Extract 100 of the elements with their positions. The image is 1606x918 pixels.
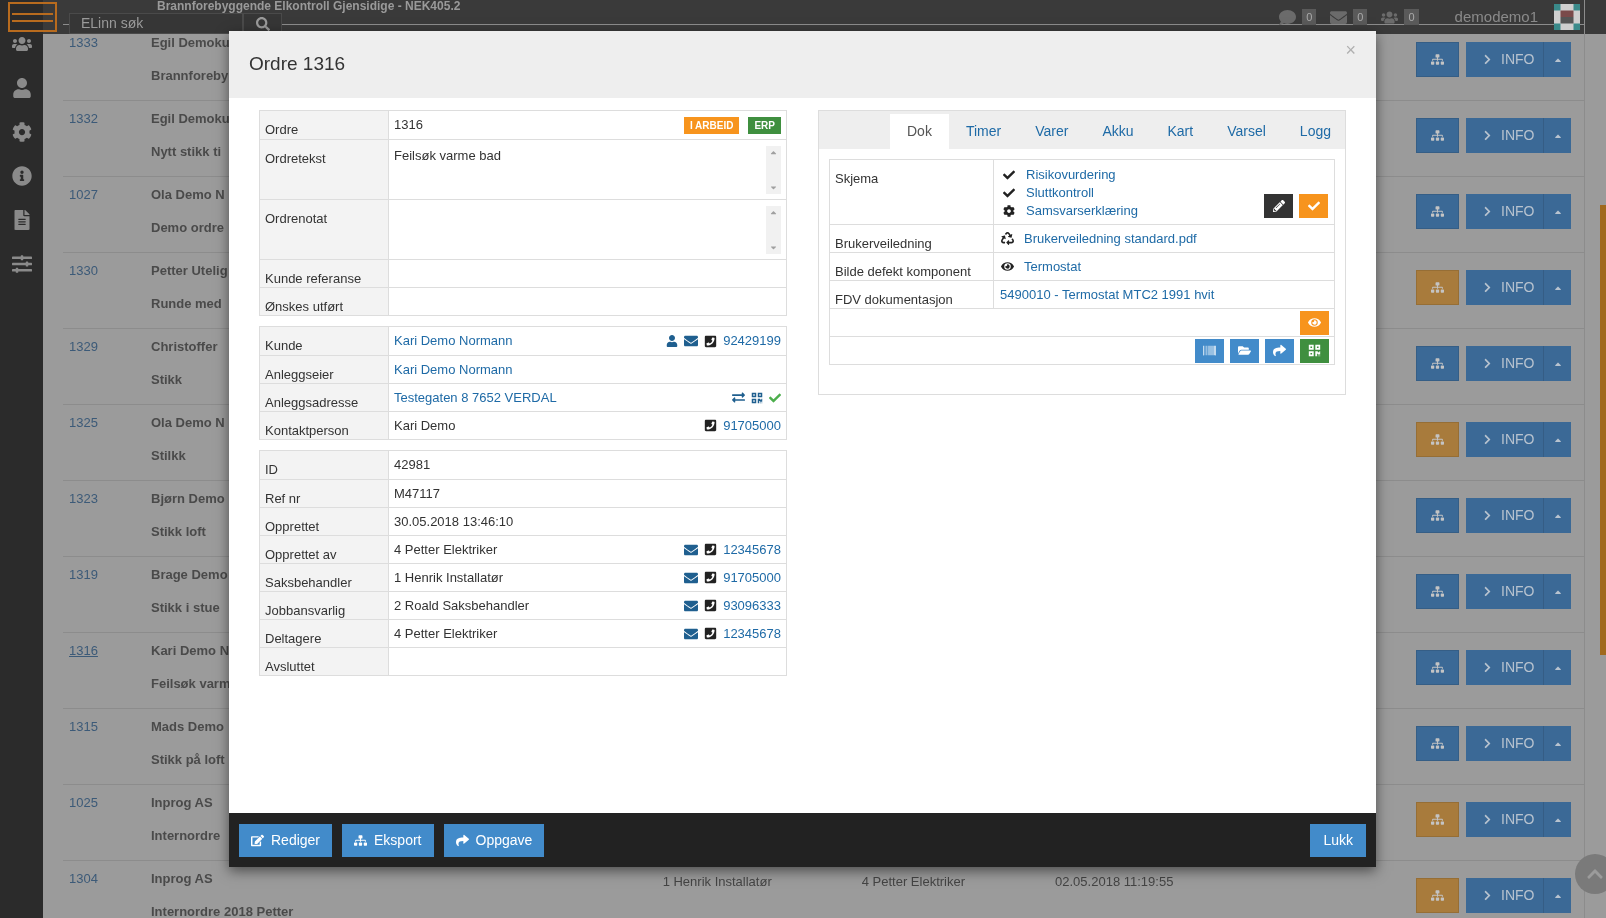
dropdown-toggle[interactable] [1543, 194, 1571, 229]
approve-button[interactable] [1299, 194, 1328, 218]
dropdown-toggle[interactable] [1543, 346, 1571, 381]
order-link[interactable]: 1332 [69, 111, 151, 127]
order-link[interactable]: 1304 [69, 871, 151, 887]
dropdown-toggle[interactable] [1543, 802, 1571, 837]
dropdown-toggle[interactable] [1543, 118, 1571, 153]
tab[interactable]: Logg [1282, 114, 1348, 149]
barcode-button[interactable] [1195, 338, 1224, 363]
document-link[interactable]: Brukerveiledning standard.pdf [1024, 228, 1197, 249]
order-link[interactable]: 1330 [69, 263, 151, 279]
order-link[interactable]: 1319 [69, 567, 151, 583]
share-button[interactable] [1265, 338, 1294, 363]
footer-button[interactable]: Rediger [239, 823, 333, 857]
comment-icon[interactable] [1279, 8, 1297, 26]
form-link[interactable]: Samsvarserklæring [1026, 201, 1138, 221]
info-button[interactable]: INFO [1466, 726, 1543, 761]
order-link[interactable]: 1323 [69, 491, 151, 507]
tab[interactable]: Varsel [1210, 114, 1283, 149]
form-link[interactable]: Risikovurdering [1026, 165, 1116, 185]
close-dialog-button[interactable]: Lukk [1310, 823, 1366, 857]
qr-code-icon[interactable] [751, 391, 763, 404]
close-button[interactable]: × [1345, 37, 1356, 64]
phone-link[interactable]: 12345678 [723, 623, 781, 644]
dropdown-toggle[interactable] [1543, 726, 1571, 761]
phone-link[interactable]: 93096333 [723, 595, 781, 616]
phone-icon[interactable] [704, 627, 718, 640]
scroll-top-button[interactable] [1575, 854, 1606, 894]
info-button[interactable]: INFO [1466, 118, 1543, 153]
qr-code-button[interactable] [1300, 338, 1329, 363]
users-icon[interactable] [11, 34, 32, 54]
scroll-up-icon[interactable] [769, 148, 778, 157]
detail-link[interactable]: Kari Demo Normann [394, 359, 513, 380]
edit-button[interactable] [1264, 194, 1293, 218]
export-button[interactable] [1416, 574, 1459, 609]
dropdown-toggle[interactable] [1543, 42, 1571, 77]
text-area[interactable]: Feilsøk varme bad [389, 140, 786, 199]
export-button[interactable] [1416, 270, 1459, 305]
export-button[interactable] [1416, 42, 1459, 77]
footer-button[interactable]: Eksport [342, 823, 434, 857]
footer-button[interactable]: Oppgave [443, 823, 545, 857]
order-link[interactable]: 1316 [69, 643, 151, 659]
dropdown-toggle[interactable] [1543, 574, 1571, 609]
mail-icon[interactable] [684, 570, 699, 585]
phone-icon[interactable] [704, 419, 718, 432]
tab[interactable]: Akku [1085, 114, 1151, 149]
document-link[interactable]: 5490010 - Termostat MTC2 1991 hvit [1000, 284, 1215, 305]
export-button[interactable] [1416, 650, 1459, 685]
tab[interactable]: Timer [948, 114, 1019, 149]
export-button[interactable] [1416, 726, 1459, 761]
info-button[interactable]: INFO [1466, 802, 1543, 837]
scrollbar[interactable] [766, 146, 781, 194]
order-link[interactable]: 1315 [69, 719, 151, 735]
user-icon[interactable] [11, 78, 32, 98]
info-button[interactable]: INFO [1466, 650, 1543, 685]
mail-icon[interactable] [684, 598, 699, 613]
order-link[interactable]: 1329 [69, 339, 151, 355]
detail-link[interactable]: Kari Demo Normann [394, 331, 513, 351]
export-button[interactable] [1416, 194, 1459, 229]
tab[interactable]: Varer [1018, 114, 1086, 149]
info-button[interactable]: INFO [1466, 270, 1543, 305]
person-icon[interactable] [666, 335, 679, 347]
mail-icon[interactable] [684, 626, 699, 641]
scrollbar[interactable] [766, 206, 781, 254]
phone-icon[interactable] [704, 334, 718, 348]
info-button[interactable]: INFO [1466, 498, 1543, 533]
dropdown-toggle[interactable] [1543, 878, 1571, 913]
order-link[interactable]: 1325 [69, 415, 151, 431]
scrollbar-thumb[interactable] [1600, 205, 1606, 655]
order-link[interactable]: 1025 [69, 795, 151, 811]
mail-icon[interactable] [684, 334, 699, 348]
export-button[interactable] [1416, 802, 1459, 837]
phone-link[interactable]: 12345678 [723, 539, 781, 560]
preview-button[interactable] [1300, 310, 1329, 335]
document-link[interactable]: Termostat [1024, 256, 1082, 277]
phone-link[interactable]: 92429199 [723, 331, 781, 351]
avatar-icon[interactable] [1554, 4, 1580, 30]
phone-icon[interactable] [704, 599, 718, 612]
form-link[interactable]: Sluttkontroll [1026, 183, 1094, 203]
export-button[interactable] [1416, 878, 1459, 913]
search-field[interactable]: ELinn søk [69, 13, 243, 34]
dropdown-toggle[interactable] [1543, 422, 1571, 457]
phone-link[interactable]: 91705000 [723, 567, 781, 588]
user-name[interactable]: demodemo1 [1454, 5, 1538, 29]
export-button[interactable] [1416, 422, 1459, 457]
export-button[interactable] [1416, 498, 1459, 533]
phone-icon[interactable] [704, 571, 718, 584]
mail-icon[interactable] [1330, 8, 1348, 26]
export-button[interactable] [1416, 346, 1459, 381]
swap-icon[interactable] [732, 391, 745, 404]
info-button[interactable]: INFO [1466, 878, 1543, 913]
scroll-up-icon[interactable] [769, 208, 778, 217]
settings-icon[interactable] [11, 122, 32, 142]
sliders-icon[interactable] [11, 254, 32, 274]
info-button[interactable]: INFO [1466, 422, 1543, 457]
info-button[interactable]: INFO [1466, 574, 1543, 609]
dropdown-toggle[interactable] [1543, 650, 1571, 685]
menu-icon[interactable] [8, 2, 57, 32]
tab[interactable]: Dok [890, 114, 949, 149]
phone-icon[interactable] [704, 543, 718, 556]
